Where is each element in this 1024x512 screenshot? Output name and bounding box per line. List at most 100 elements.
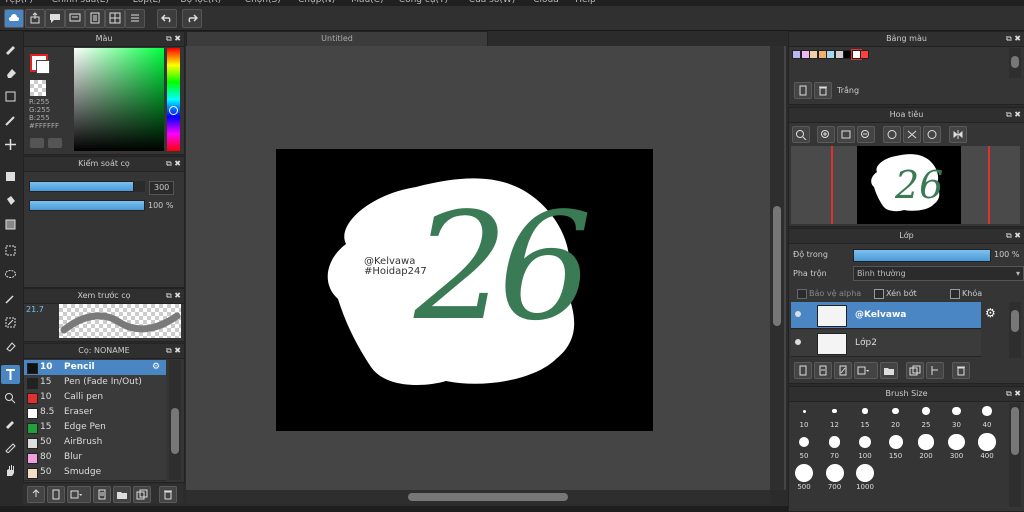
delete-layer-icon[interactable] (952, 362, 970, 379)
canvas-horizontal-scrollbar[interactable] (186, 490, 770, 504)
layer-row[interactable]: Lớp2 (791, 330, 981, 357)
brush-size-dot[interactable] (858, 435, 872, 449)
brush-size-dot[interactable] (825, 464, 844, 482)
layer-opacity-slider[interactable] (853, 249, 991, 262)
layer-list-scrollbar[interactable] (1009, 302, 1021, 358)
brush-size-dot[interactable] (892, 407, 899, 415)
brush-size-track[interactable] (29, 181, 145, 192)
brush-size-value[interactable]: 300 (149, 181, 175, 195)
brush-size-dot[interactable] (856, 464, 874, 482)
brush-list-item[interactable]: 50 Smudge (24, 465, 166, 481)
menu-item[interactable]: Cloud (533, 0, 559, 5)
zoom-plus-icon[interactable] (817, 126, 835, 143)
panel-controls-icon[interactable]: ⧉ ✖ (166, 32, 181, 46)
menu-item[interactable]: Chỉnh sửa(E) (52, 0, 109, 5)
menu-item[interactable]: Chọn(S) (245, 0, 281, 5)
rectangle-icon[interactable] (1, 87, 20, 106)
brush-list-item[interactable]: 15 Pen (Fade In/Out) (24, 375, 166, 391)
brush-list-scroll-thumb[interactable] (171, 408, 179, 454)
visibility-eye-icon[interactable] (795, 311, 801, 317)
shape-icon[interactable] (1, 389, 20, 408)
brush-size-dot[interactable] (802, 409, 806, 413)
text-icon[interactable] (1, 365, 20, 384)
brush-size-scrollbar[interactable] (1009, 403, 1021, 507)
brush-duplicate-icon[interactable] (133, 486, 151, 503)
brush-list-item[interactable]: 50 AirBrush (24, 435, 166, 451)
brush-list-item[interactable]: 15 Edge Pen (24, 420, 166, 436)
brush-opacity-track[interactable] (29, 200, 145, 211)
canvas-vertical-scroll-thumb[interactable] (773, 206, 781, 326)
menu-item[interactable]: Mẫu(C) (351, 0, 383, 5)
brush-list-item[interactable]: 10 Pencil (24, 360, 166, 376)
brush-size-dot[interactable] (828, 436, 841, 448)
color-mode-button[interactable] (30, 138, 44, 148)
eraser-icon[interactable] (1, 63, 20, 82)
palette-new-icon[interactable] (794, 82, 812, 99)
brush-size-dot[interactable] (888, 435, 903, 449)
brush-properties-icon[interactable] (93, 486, 111, 503)
hue-slider[interactable] (167, 48, 180, 151)
brush-size-slider[interactable] (29, 181, 134, 192)
document-icon[interactable] (85, 9, 105, 28)
gradient-icon[interactable] (1, 215, 20, 234)
zoom-in-icon[interactable] (792, 126, 810, 143)
panel-controls-icon[interactable]: ⧉ ✖ (1006, 387, 1021, 401)
select-wand-icon[interactable] (1, 289, 20, 308)
panel-controls-icon[interactable]: ⧉ ✖ (166, 157, 181, 171)
brush-settings-gear-icon[interactable]: ⚙ (152, 362, 160, 372)
new-halftone-layer-icon[interactable] (814, 362, 832, 379)
flip-icon[interactable] (949, 126, 967, 143)
eyedropper-icon[interactable] (1, 413, 20, 432)
new-layer-icon[interactable] (794, 362, 812, 379)
palette-delete-icon[interactable] (814, 82, 832, 99)
layer-settings-gear-icon[interactable]: ⚙ (985, 306, 996, 320)
brush-size-dot[interactable] (798, 436, 810, 448)
hand-icon[interactable] (1, 461, 20, 480)
canvas-tab[interactable]: Untitled (186, 31, 488, 47)
palette-scrollbar[interactable] (1009, 48, 1021, 78)
brush-size-dot[interactable] (795, 464, 813, 482)
visibility-eye-icon[interactable] (795, 339, 801, 345)
chat-icon[interactable] (45, 9, 65, 28)
brush-size-dot[interactable] (922, 407, 930, 415)
brush-list-item[interactable]: 10 Calli pen (24, 390, 166, 406)
grid-icon[interactable] (105, 9, 125, 28)
brush-delete-icon[interactable] (159, 486, 177, 503)
move-icon[interactable] (1, 135, 20, 154)
menu-item[interactable]: Bộ lọc(R) (180, 0, 221, 5)
blend-mode-select[interactable]: Bình thường ▾ (853, 266, 1024, 281)
panel-controls-icon[interactable]: ⧉ ✖ (166, 289, 181, 303)
undo-icon[interactable] (157, 9, 177, 28)
navigator-preview[interactable]: 26 (791, 146, 1020, 224)
menu-item[interactable]: Công cụ(T) (399, 0, 448, 5)
menu-item[interactable]: Lớp(L) (133, 0, 161, 5)
fill-rect-icon[interactable] (1, 167, 20, 186)
hue-handle[interactable] (169, 106, 178, 115)
brush-size-scroll-thumb[interactable] (1011, 407, 1019, 455)
select-eraser-icon[interactable] (1, 337, 20, 356)
list-icon[interactable] (125, 9, 145, 28)
rotate-right-icon[interactable] (923, 126, 941, 143)
panel-controls-icon[interactable]: ⧉ ✖ (1006, 32, 1021, 46)
brush-upload-icon[interactable] (27, 486, 45, 503)
layer-menu-icon[interactable] (854, 362, 878, 379)
brush-list-item[interactable]: 80 Blur (24, 450, 166, 466)
brush-menu-icon[interactable] (67, 486, 91, 503)
rotate-left-icon[interactable] (883, 126, 901, 143)
brush-size-dot[interactable] (948, 433, 965, 451)
lock-checkbox[interactable] (950, 289, 960, 299)
panel-controls-icon[interactable]: ⧉ ✖ (1006, 229, 1021, 243)
rotate-reset-icon[interactable] (903, 126, 921, 143)
background-color-swatch[interactable] (36, 60, 50, 74)
pen-icon[interactable] (1, 437, 20, 456)
palette-scroll-thumb[interactable] (1011, 56, 1019, 68)
export-icon[interactable] (25, 9, 45, 28)
menu-item[interactable]: Chụp(N) (298, 0, 335, 5)
zoom-fit-icon[interactable] (837, 126, 855, 143)
lasso-icon[interactable] (1, 265, 20, 284)
brush-size-dot[interactable] (982, 406, 992, 416)
canvas-vertical-scrollbar[interactable] (770, 46, 784, 490)
redo-icon[interactable] (182, 9, 202, 28)
transparent-swatch[interactable] (30, 80, 46, 96)
select-rect-icon[interactable] (1, 241, 20, 260)
